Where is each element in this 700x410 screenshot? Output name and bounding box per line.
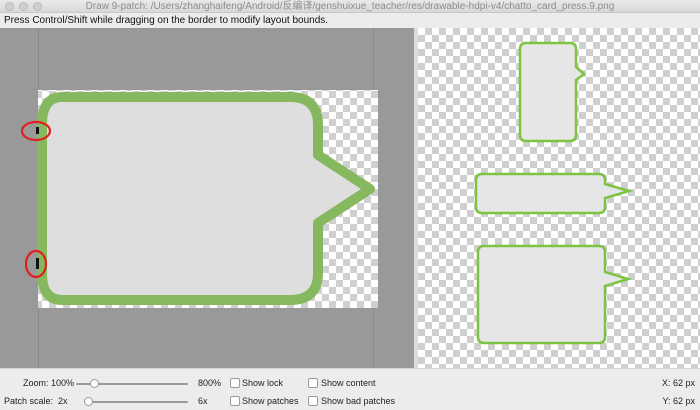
speech-bubble-image <box>37 92 375 305</box>
title-bar: Draw 9-patch: /Users/zhanghaifeng/Androi… <box>0 0 700 13</box>
patch-editor-canvas[interactable] <box>0 28 414 368</box>
show-lock-checkbox[interactable] <box>230 378 240 388</box>
zoom-max-label: 800% <box>198 378 222 388</box>
patch-scale-max-label: 6x <box>198 396 208 406</box>
window-title: Draw 9-patch: /Users/zhanghaifeng/Androi… <box>85 1 615 12</box>
preview-images <box>474 41 634 345</box>
preview-bubble-tall <box>518 41 586 143</box>
stretch-marker-bottom[interactable] <box>36 258 39 269</box>
patch-scale-min-label: 2x <box>58 396 68 406</box>
show-lock-label: Show lock <box>242 378 284 388</box>
stretch-marker-top[interactable] <box>36 127 39 134</box>
show-bad-patches-label: Show bad patches <box>321 396 396 406</box>
show-content-checkbox[interactable] <box>308 378 318 388</box>
zoom-slider-thumb[interactable] <box>90 379 100 388</box>
hint-text: Press Control/Shift while dragging on th… <box>0 13 700 28</box>
patch-scale-label: Patch scale: <box>4 396 54 406</box>
show-patches-checkbox[interactable] <box>230 396 240 406</box>
show-content-label: Show content <box>321 378 376 388</box>
show-patches-label: Show patches <box>242 396 299 406</box>
x-coordinate-readout: X: 62 px <box>661 378 695 388</box>
preview-bubble-large <box>476 244 633 345</box>
patch-scale-slider[interactable] <box>84 401 188 403</box>
show-bad-patches-checkbox[interactable] <box>308 396 318 406</box>
preview-bubble-wide <box>474 172 634 215</box>
stretch-preview-pane <box>418 28 700 368</box>
zoomed-image <box>20 90 378 308</box>
y-coordinate-readout: Y: 62 px <box>662 396 695 406</box>
zoom-label: Zoom: 100% <box>23 378 75 388</box>
controls-bar: Zoom: 100% 800% Patch scale: 2x 6x Show … <box>0 368 700 410</box>
patch-scale-slider-thumb[interactable] <box>84 397 93 406</box>
